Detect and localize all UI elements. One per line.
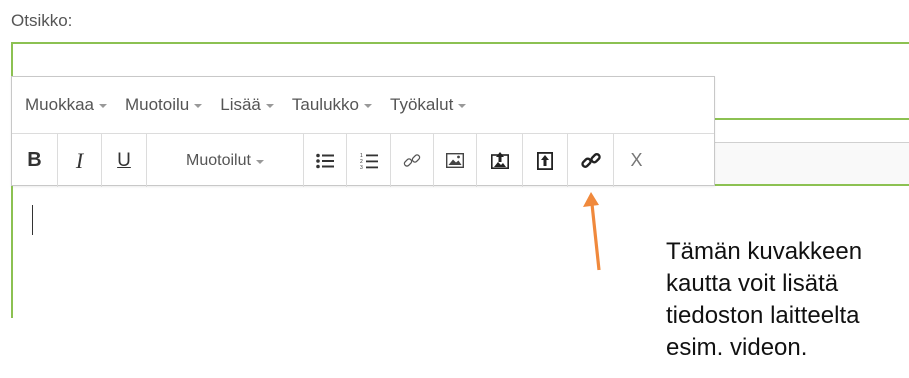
chevron-down-icon bbox=[458, 104, 467, 108]
bold-button[interactable]: B bbox=[12, 134, 58, 187]
italic-button[interactable]: I bbox=[58, 134, 102, 187]
bullet-list-icon bbox=[316, 153, 334, 168]
link-button[interactable] bbox=[568, 134, 614, 187]
annotation-line: Tämän kuvakkeen bbox=[666, 238, 863, 265]
chevron-down-icon bbox=[98, 104, 107, 108]
chevron-down-icon bbox=[364, 104, 372, 108]
menu-label: Taulukko bbox=[291, 95, 359, 114]
separator-line bbox=[714, 118, 909, 120]
arrow-annotation-icon bbox=[583, 192, 601, 271]
text-cursor bbox=[32, 205, 33, 235]
annotation-line: kautta voit lisätä bbox=[666, 270, 839, 297]
upload-button[interactable] bbox=[477, 134, 523, 187]
annotation-line: tiedoston laitteelta bbox=[666, 302, 860, 329]
title-input[interactable] bbox=[11, 42, 909, 80]
link-icon bbox=[580, 152, 601, 168]
editor-toolbar: Muokkaa Muotoilu Lisää Taulukko Työkalut… bbox=[11, 76, 715, 187]
bold-icon: B bbox=[27, 149, 42, 171]
link-button[interactable] bbox=[391, 134, 434, 187]
file-upload-button[interactable] bbox=[523, 134, 568, 187]
chevron-down-icon bbox=[265, 104, 274, 108]
editor-area-background bbox=[714, 142, 909, 186]
title-label: Otsikko: bbox=[11, 11, 73, 30]
formats-label: Muotoilut bbox=[186, 151, 251, 169]
menu-label: Muotoilu bbox=[124, 95, 190, 114]
menu-label: Muokkaa bbox=[25, 95, 94, 114]
menu-edit[interactable]: Muokkaa bbox=[25, 95, 107, 115]
numbered-list-icon: 1 2 3 bbox=[360, 153, 378, 170]
upload-icon bbox=[490, 152, 509, 169]
button-row: B I U Muotoilut 1 2 3 X bbox=[12, 133, 714, 187]
italic-icon: I bbox=[75, 147, 84, 173]
menu-label: Työkalut bbox=[390, 95, 454, 114]
image-icon bbox=[446, 153, 464, 168]
separator-line bbox=[714, 184, 909, 186]
chevron-down-icon bbox=[255, 159, 264, 164]
underline-button[interactable]: U bbox=[102, 134, 147, 187]
remove-format-icon: X bbox=[630, 150, 643, 170]
chevron-down-icon bbox=[194, 104, 203, 108]
file-upload-icon bbox=[537, 151, 553, 170]
menu-insert[interactable]: Lisää bbox=[220, 95, 274, 115]
editor-left-border bbox=[11, 186, 13, 318]
remove-format-button[interactable]: X bbox=[614, 134, 659, 187]
annotation-line: esim. videon. bbox=[666, 334, 808, 361]
menu-format[interactable]: Muotoilu bbox=[124, 95, 203, 115]
annotation-text: Tämän kuvakkeen kautta voit lisätä tiedo… bbox=[666, 236, 909, 364]
menu-table[interactable]: Taulukko bbox=[292, 95, 372, 115]
bullet-list-button[interactable] bbox=[304, 134, 347, 187]
menu-label: Lisää bbox=[220, 95, 261, 114]
underline-icon: U bbox=[117, 149, 131, 171]
link-icon bbox=[403, 153, 421, 167]
numbered-list-button[interactable]: 1 2 3 bbox=[347, 134, 391, 187]
image-button[interactable] bbox=[434, 134, 477, 187]
editor-body[interactable] bbox=[13, 186, 653, 316]
menu-tools[interactable]: Työkalut bbox=[390, 95, 467, 115]
menubar: Muokkaa Muotoilu Lisää Taulukko Työkalut bbox=[12, 77, 714, 133]
formats-dropdown[interactable]: Muotoilut bbox=[147, 134, 304, 187]
svg-text:3: 3 bbox=[360, 165, 363, 170]
